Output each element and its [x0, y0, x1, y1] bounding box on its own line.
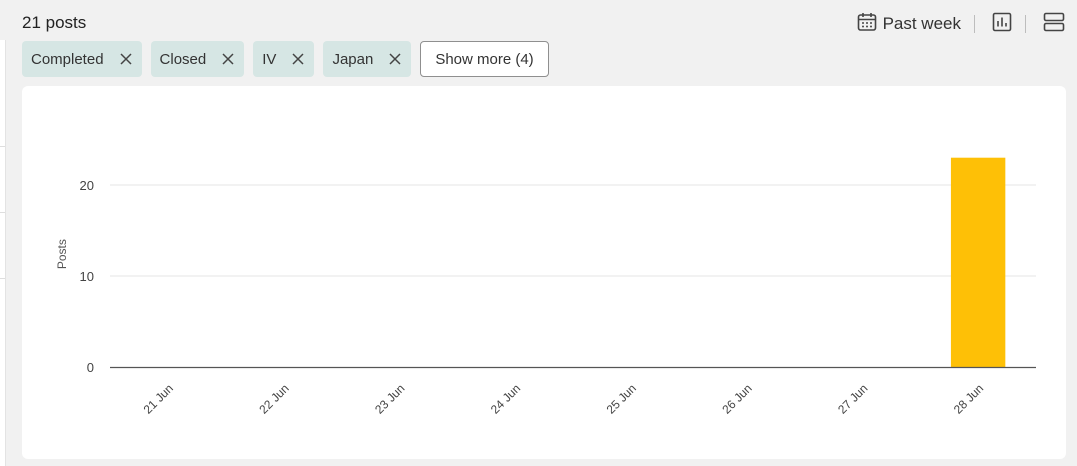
chart-view-button[interactable] — [992, 12, 1012, 37]
x-tick-label: 23 Jun — [372, 381, 407, 416]
bar-chart-icon — [992, 12, 1012, 37]
filter-chip-label: Closed — [159, 50, 207, 68]
left-panel-edge — [0, 40, 6, 466]
layout-toggle-button[interactable] — [1043, 12, 1065, 37]
header-actions: Past week — [857, 10, 1065, 38]
calendar-icon — [857, 12, 877, 37]
x-tick-label: 26 Jun — [719, 381, 754, 416]
x-tick-label: 21 Jun — [141, 381, 176, 416]
header-separator — [974, 15, 975, 33]
close-icon[interactable] — [120, 53, 132, 65]
y-tick-label: 10 — [80, 269, 94, 284]
layout-rows-icon — [1043, 12, 1065, 37]
posts-page: 21 posts Past week Completed Closed IV J… — [0, 0, 1077, 466]
posts-bar-chart: 0 10 20 Posts 21 Jun 22 Jun 23 Jun 24 Jun 25 Jun… — [55, 157, 1036, 417]
close-icon[interactable] — [389, 53, 401, 65]
filter-chip-label: IV — [262, 50, 277, 68]
y-tick-label: 20 — [80, 178, 94, 193]
filter-chip-completed: Completed — [22, 41, 142, 77]
date-range-button[interactable]: Past week — [857, 12, 961, 37]
filter-chip-label: Completed — [31, 50, 104, 68]
x-tick-label: 24 Jun — [488, 381, 523, 416]
y-tick-label: 0 — [87, 360, 94, 375]
close-icon[interactable] — [222, 53, 234, 65]
left-panel-divider — [0, 278, 5, 279]
show-more-button[interactable]: Show more (4) — [420, 41, 549, 77]
left-panel-divider — [0, 212, 5, 213]
filter-chip-closed: Closed — [150, 41, 245, 77]
bar-28-jun[interactable] — [950, 157, 1006, 367]
results-header: 21 posts Past week — [22, 10, 1065, 38]
post-count: 21 posts — [22, 13, 87, 32]
date-range-label: Past week — [882, 14, 961, 33]
x-tick-label: 27 Jun — [835, 381, 870, 416]
chart-card: 0 10 20 Posts 21 Jun 22 Jun 23 Jun 24 Jun 25 Jun… — [22, 86, 1066, 459]
x-tick-label: 28 Jun — [951, 381, 986, 416]
left-panel-divider — [0, 146, 5, 147]
header-separator — [1025, 15, 1026, 33]
filter-chip-iv: IV — [253, 41, 315, 77]
filter-chips: Completed Closed IV Japan Show more (4) — [22, 41, 549, 77]
filter-chip-japan: Japan — [323, 41, 412, 77]
x-tick-label: 22 Jun — [256, 381, 291, 416]
y-axis-label: Posts — [55, 239, 69, 269]
filter-chip-label: Japan — [332, 50, 374, 68]
x-tick-label: 25 Jun — [604, 381, 639, 416]
close-icon[interactable] — [292, 53, 304, 65]
